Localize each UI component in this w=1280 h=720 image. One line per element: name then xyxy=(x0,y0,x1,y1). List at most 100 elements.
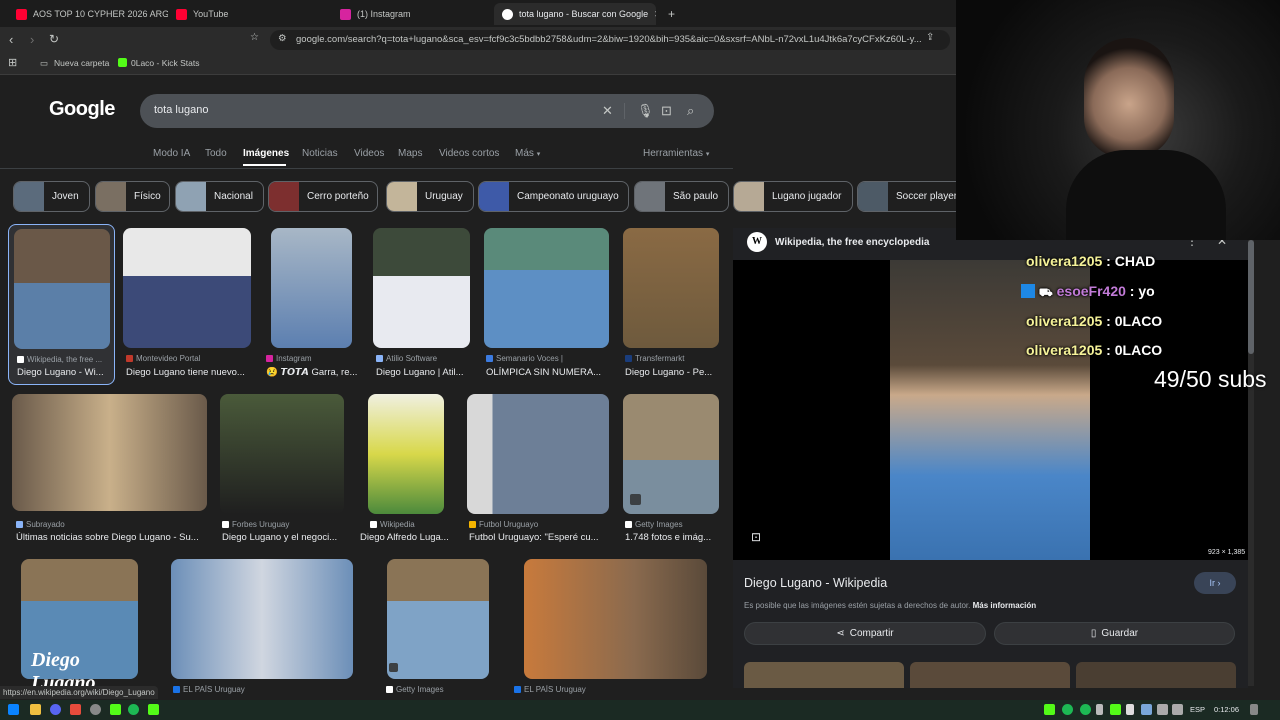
tab-todo[interactable]: Todo xyxy=(205,148,227,159)
result-image[interactable] xyxy=(373,228,470,348)
result-image[interactable] xyxy=(467,394,609,514)
share-icon[interactable]: ⇪ xyxy=(926,32,934,43)
chip-joven[interactable]: Joven xyxy=(13,181,90,212)
result-image[interactable] xyxy=(12,394,207,511)
tab-noticias[interactable]: Noticias xyxy=(302,148,338,159)
back-icon[interactable]: ‹ xyxy=(9,32,13,47)
tools-button[interactable]: Herramientas ▾ xyxy=(643,148,709,159)
chip-cerro-porteno[interactable]: Cerro porteño xyxy=(268,181,378,212)
result-caption[interactable]: Futbol Uruguayo: "Esperé cu... xyxy=(469,532,609,543)
result-card[interactable]: Montevideo Portal Diego Lugano tiene nue… xyxy=(122,228,252,380)
clear-icon[interactable]: ✕ xyxy=(602,103,613,119)
result-card[interactable]: Wikipedia Diego Alfredo Luga... xyxy=(360,394,456,546)
kick-icon[interactable] xyxy=(148,704,159,715)
result-caption[interactable]: Diego Lugano - Pe... xyxy=(625,367,720,378)
search-input[interactable]: tota lugano xyxy=(154,104,208,116)
input-language[interactable]: ESP xyxy=(1190,705,1205,714)
tray-spotify-icon[interactable] xyxy=(1062,704,1073,715)
result-card-selected[interactable]: Wikipedia, the free ... Diego Lugano - W… xyxy=(8,224,115,385)
result-source[interactable]: Semanario Voces | xyxy=(486,354,610,363)
app-icon[interactable] xyxy=(90,704,101,715)
bookmark-folder[interactable]: ▭ Nueva carpeta xyxy=(40,58,109,69)
result-source[interactable]: Futbol Uruguayo xyxy=(469,520,609,529)
result-card[interactable]: Atilio Software Diego Lugano | Atil... xyxy=(373,228,471,380)
scrollbar-thumb[interactable] xyxy=(1248,240,1254,354)
result-card[interactable]: Getty Images xyxy=(386,559,490,699)
save-button[interactable]: ▯ Guardar xyxy=(994,622,1235,645)
result-source[interactable]: Montevideo Portal xyxy=(126,354,251,363)
result-caption[interactable]: Diego Lugano | Atil... xyxy=(376,367,471,378)
result-source[interactable]: Atilio Software xyxy=(376,354,471,363)
result-image[interactable] xyxy=(123,228,251,348)
file-explorer-icon[interactable] xyxy=(30,704,41,715)
site-info-icon[interactable]: ⚙ xyxy=(278,33,287,44)
start-icon[interactable] xyxy=(8,704,19,715)
result-source[interactable]: EL PAÍS Uruguay xyxy=(514,685,704,694)
search-box[interactable]: tota lugano ✕ 🎙 ⊡ ⌕ xyxy=(140,94,714,128)
tab-mas[interactable]: Más ▾ xyxy=(515,148,540,159)
result-caption[interactable]: Últimas noticias sobre Diego Lugano - Su… xyxy=(16,532,208,543)
result-source[interactable]: Forbes Uruguay xyxy=(222,520,344,529)
preview-image[interactable] xyxy=(890,260,1090,560)
result-card[interactable]: EL PAÍS Uruguay xyxy=(514,559,708,699)
result-caption[interactable]: OLÍMPICA SIN NUMERA... xyxy=(486,367,610,378)
result-card[interactable]: Semanario Voces | OLÍMPICA SIN NUMERA... xyxy=(483,228,610,380)
spotify-icon[interactable] xyxy=(128,704,139,715)
tray-app-icon[interactable] xyxy=(1110,704,1121,715)
result-source[interactable]: Wikipedia xyxy=(370,520,456,529)
volume-icon[interactable] xyxy=(1172,704,1183,715)
result-image[interactable] xyxy=(271,228,352,348)
go-button[interactable]: Ir › xyxy=(1194,572,1236,594)
chip-lugano-jugador[interactable]: Lugano jugador xyxy=(733,181,853,212)
forward-icon[interactable]: › xyxy=(30,32,34,47)
chip-soccer-player[interactable]: Soccer player xyxy=(857,181,956,212)
panel-site-name[interactable]: Wikipedia, the free encyclopedia xyxy=(775,237,929,248)
steam-icon[interactable] xyxy=(1141,704,1152,715)
result-source[interactable]: Wikipedia, the free ... xyxy=(17,355,112,364)
tab-youtube[interactable]: YouTube xyxy=(168,3,328,25)
result-image[interactable] xyxy=(14,229,110,349)
panel-title[interactable]: Diego Lugano - Wikipedia xyxy=(744,576,887,590)
chip-nacional[interactable]: Nacional xyxy=(175,181,264,212)
camera-lens-icon[interactable]: ⊡ xyxy=(661,103,672,119)
brave-icon[interactable] xyxy=(70,704,81,715)
result-image[interactable] xyxy=(623,228,719,348)
result-caption[interactable]: Diego Alfredo Luga... xyxy=(360,532,456,543)
tray-app-icon[interactable] xyxy=(1080,704,1091,715)
chip-uruguay[interactable]: Uruguay xyxy=(386,181,474,212)
address-bar[interactable]: ⚙ google.com/search?q=tota+lugano&sca_esv… xyxy=(270,30,950,50)
kick-icon[interactable] xyxy=(110,704,121,715)
new-tab-button[interactable]: + xyxy=(660,3,680,25)
chip-fisico[interactable]: Físico xyxy=(95,181,170,212)
apps-grid-icon[interactable]: ⊞ xyxy=(8,56,17,69)
usb-icon[interactable] xyxy=(1096,704,1103,715)
share-button[interactable]: ⋖ Compartir xyxy=(744,622,986,645)
close-tab-icon[interactable]: ✕ xyxy=(654,9,656,20)
chip-campeonato-uruguayo[interactable]: Campeonato uruguayo xyxy=(478,181,629,212)
result-image[interactable] xyxy=(387,559,489,679)
result-source[interactable]: Getty Images xyxy=(386,685,490,694)
result-card[interactable]: EL PAÍS Uruguay xyxy=(170,559,354,699)
network-icon[interactable] xyxy=(1157,704,1168,715)
result-image[interactable] xyxy=(524,559,707,679)
result-source[interactable]: Subrayado xyxy=(16,520,206,529)
result-card[interactable]: Subrayado Últimas noticias sobre Diego L… xyxy=(12,394,208,546)
bookmark-kick-stats[interactable]: 0Laco - Kick Stats xyxy=(118,58,200,68)
result-card[interactable]: Diego Lugano xyxy=(21,559,139,694)
tray-app-icon[interactable] xyxy=(1126,704,1134,715)
result-card[interactable]: Transfermarkt Diego Lugano - Pe... xyxy=(622,228,720,380)
tab-instagram[interactable]: (1) Instagram xyxy=(332,3,492,25)
result-caption[interactable]: Diego Lugano - Wi... xyxy=(17,367,113,378)
result-caption[interactable]: 😢 𝙏𝙊𝙏𝘼 Garra, re... xyxy=(266,367,362,378)
reload-icon[interactable]: ↻ xyxy=(49,32,59,46)
notifications-icon[interactable] xyxy=(1250,704,1258,715)
google-logo[interactable]: Google xyxy=(49,98,115,121)
result-image[interactable] xyxy=(171,559,353,679)
tab-youtube-video[interactable]: AOS TOP 10 CYPHER 2026 ARG - You xyxy=(8,3,168,25)
microphone-icon[interactable]: 🎙 xyxy=(637,103,654,119)
result-source[interactable]: Transfermarkt xyxy=(625,354,720,363)
result-card[interactable]: Forbes Uruguay Diego Lugano y el negoci.… xyxy=(219,394,345,546)
chip-sao-paulo[interactable]: São paulo xyxy=(634,181,729,212)
result-card[interactable]: Getty Images 1.748 fotos e imág... xyxy=(622,394,720,546)
result-card[interactable]: Instagram 😢 𝙏𝙊𝙏𝘼 Garra, re... xyxy=(266,228,362,380)
